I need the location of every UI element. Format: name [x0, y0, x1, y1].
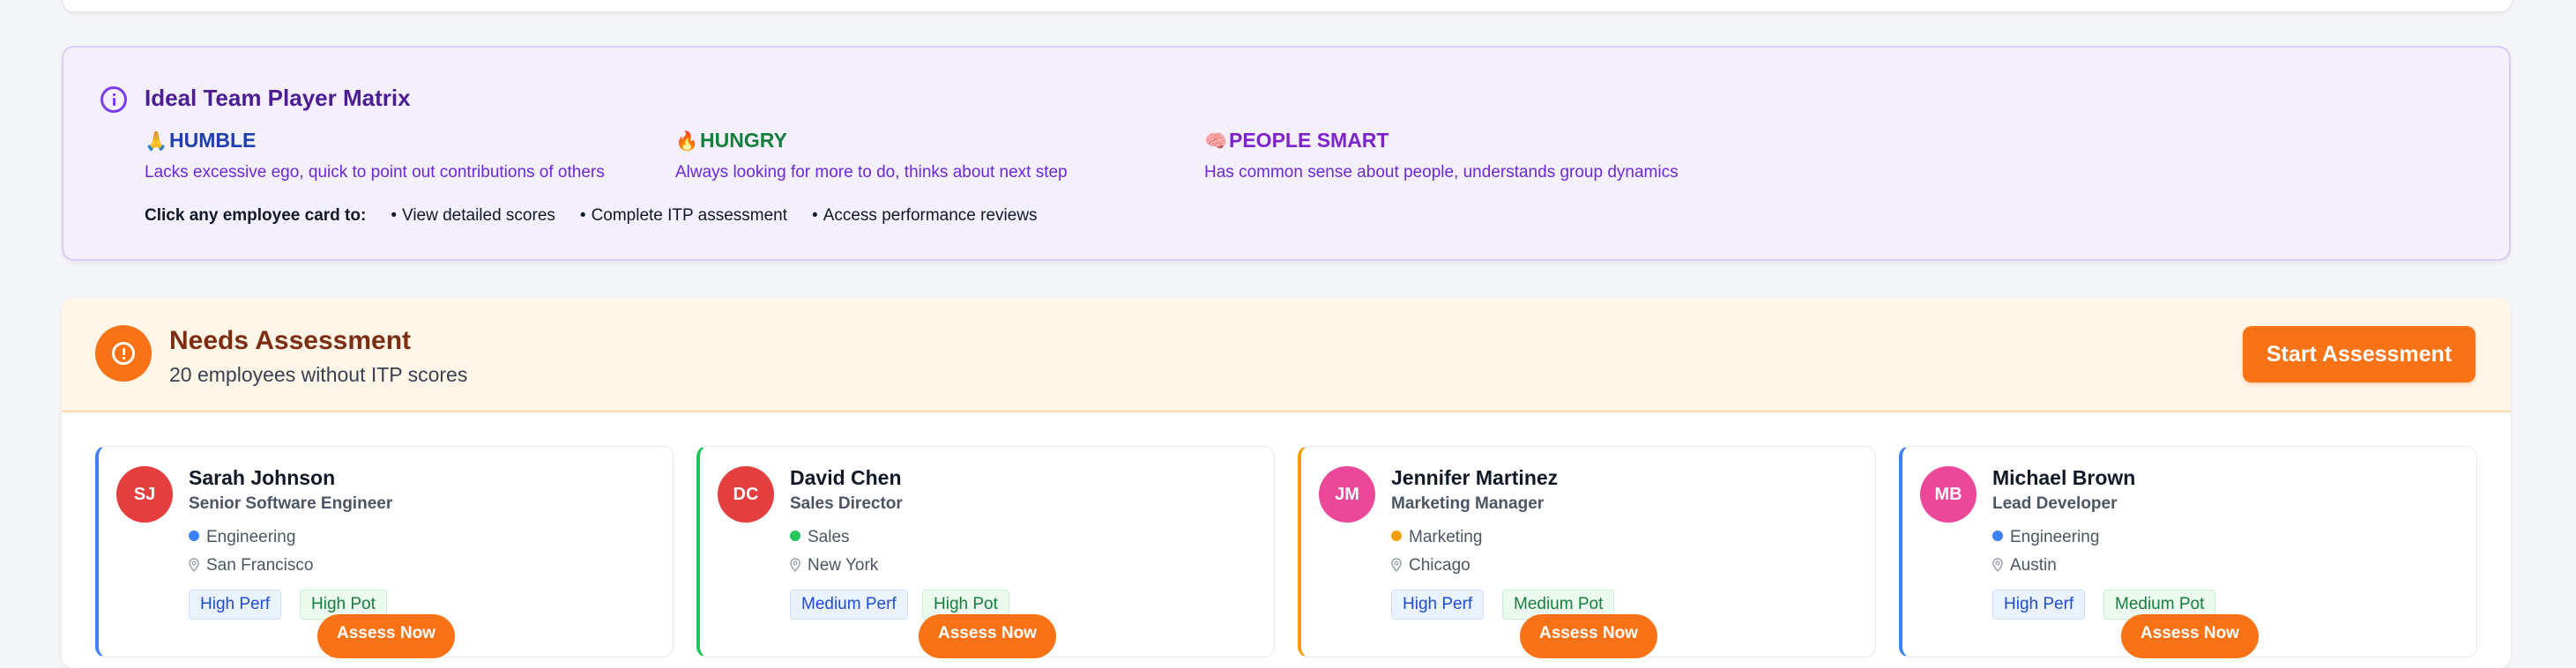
- department-label: Engineering: [206, 528, 296, 546]
- employee-role: Marketing Manager: [1391, 494, 1545, 513]
- employee-name: Sarah Johnson: [189, 466, 336, 489]
- department-label: Sales: [808, 528, 850, 546]
- start-assessment-button[interactable]: Start Assessment: [2243, 326, 2475, 382]
- department-dot: [1391, 531, 1402, 541]
- assess-now-button[interactable]: Assess Now: [1520, 614, 1657, 658]
- avatar: DC: [718, 466, 774, 523]
- department-label: Engineering: [2010, 528, 2100, 546]
- location-label: New York: [808, 556, 879, 575]
- map-pin-icon: [189, 558, 199, 572]
- employee-department: Engineering: [1992, 528, 2099, 547]
- employee-name: Michael Brown: [1992, 466, 2136, 489]
- employee-role: Sales Director: [790, 494, 903, 513]
- employee-card[interactable]: MB Michael Brown Lead Developer Engineer…: [1899, 446, 2477, 658]
- avatar: SJ: [116, 466, 173, 523]
- avatar: MB: [1920, 466, 1977, 523]
- map-pin-icon: [790, 558, 800, 572]
- assess-now-button[interactable]: Assess Now: [919, 614, 1056, 658]
- employee-role: Lead Developer: [1992, 494, 2118, 513]
- employee-department: Marketing: [1391, 528, 1482, 547]
- performance-tag: High Perf: [1391, 590, 1485, 620]
- trait-description: Lacks excessive ego, quick to point out …: [145, 163, 605, 182]
- department-dot: [1992, 531, 2003, 541]
- avatar: JM: [1319, 466, 1375, 523]
- assess-now-button[interactable]: Assess Now: [317, 614, 455, 658]
- trait-name: HUMBLE: [169, 129, 257, 152]
- employee-location: Chicago: [1391, 556, 1470, 575]
- location-label: Chicago: [1409, 556, 1470, 575]
- employee-location: San Francisco: [189, 556, 313, 575]
- instruction-item: Complete ITP assessment: [580, 206, 787, 225]
- needs-assessment-title: Needs Assessment: [169, 326, 412, 355]
- employee-name: David Chen: [790, 466, 902, 489]
- employee-location: New York: [790, 556, 878, 575]
- trait-people-smart: 🧠PEOPLE SMART Has common sense about peo…: [1204, 129, 1679, 182]
- map-pin-icon: [1391, 558, 1402, 572]
- trait-name: HUNGRY: [700, 129, 787, 152]
- performance-tag: High Perf: [189, 590, 282, 620]
- click-instructions: Click any employee card to: View detailed…: [145, 206, 1062, 226]
- department-dot: [790, 531, 800, 541]
- ideal-team-player-panel: Ideal Team Player Matrix 🙏HUMBLE Lacks e…: [62, 46, 2511, 261]
- praying-hands-icon: 🙏: [145, 131, 168, 152]
- performance-tag: Medium Perf: [790, 590, 908, 620]
- employee-department: Engineering: [189, 528, 295, 547]
- alert-icon: [95, 325, 152, 382]
- instruction-item: Access performance reviews: [812, 206, 1038, 225]
- department-dot: [189, 531, 199, 541]
- trait-description: Has common sense about people, understan…: [1204, 163, 1679, 182]
- department-label: Marketing: [1409, 528, 1483, 546]
- employee-card[interactable]: DC David Chen Sales Director Sales New Y…: [696, 446, 1275, 658]
- employee-location: Austin: [1992, 556, 2057, 575]
- map-pin-icon: [1992, 558, 2003, 572]
- employee-role: Senior Software Engineer: [189, 494, 393, 513]
- needs-assessment-panel: Needs Assessment 20 employees without IT…: [62, 298, 2511, 668]
- brain-icon: 🧠: [1204, 131, 1228, 152]
- location-label: Austin: [2010, 556, 2057, 575]
- assess-now-button[interactable]: Assess Now: [2121, 614, 2259, 658]
- performance-tag: High Perf: [1992, 590, 2086, 620]
- itp-title: Ideal Team Player Matrix: [145, 85, 411, 111]
- previous-card: [62, 0, 2513, 12]
- info-icon: [101, 86, 127, 113]
- trait-description: Always looking for more to do, thinks ab…: [675, 163, 1068, 182]
- fire-icon: 🔥: [675, 131, 699, 152]
- needs-assessment-header: Needs Assessment 20 employees without IT…: [62, 298, 2511, 412]
- trait-name: PEOPLE SMART: [1229, 129, 1389, 152]
- needs-assessment-subtitle: 20 employees without ITP scores: [169, 363, 468, 386]
- instruction-item: View detailed scores: [391, 206, 555, 225]
- trait-hungry: 🔥HUNGRY Always looking for more to do, t…: [675, 129, 1068, 182]
- trait-humble: 🙏HUMBLE Lacks excessive ego, quick to po…: [145, 129, 605, 182]
- click-instructions-lead: Click any employee card to:: [145, 206, 367, 225]
- location-label: San Francisco: [206, 556, 314, 575]
- employee-department: Sales: [790, 528, 850, 547]
- employee-card[interactable]: SJ Sarah Johnson Senior Software Enginee…: [95, 446, 674, 658]
- employee-name: Jennifer Martinez: [1391, 466, 1559, 489]
- employee-card[interactable]: JM Jennifer Martinez Marketing Manager M…: [1298, 446, 1876, 658]
